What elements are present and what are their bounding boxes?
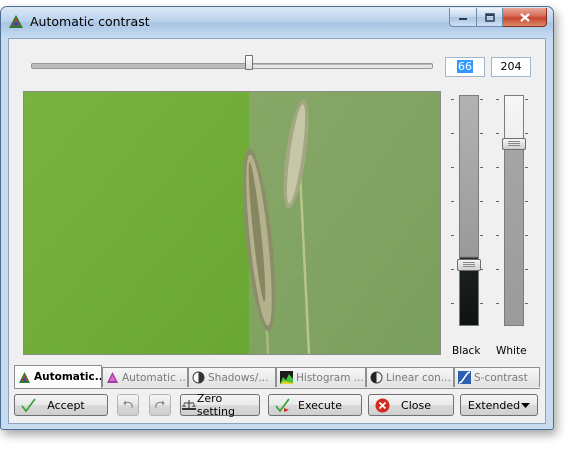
close-circle-icon bbox=[375, 398, 390, 413]
tab-strip: Automatic... Automatic ... Shadows/... H… bbox=[14, 365, 540, 388]
black-slider-ticks-right bbox=[480, 95, 483, 324]
tab-s-contrast[interactable]: S-contrast bbox=[454, 367, 540, 387]
white-slider-ticks bbox=[496, 95, 499, 324]
app-color-icon bbox=[9, 15, 23, 28]
s-curve-icon bbox=[458, 371, 471, 384]
black-slider-ticks bbox=[451, 95, 454, 324]
threshold-slider-thumb[interactable] bbox=[245, 55, 253, 70]
minimize-icon bbox=[459, 18, 467, 20]
zero-setting-button[interactable]: Zero setting bbox=[180, 392, 260, 418]
dialog-body: 66 204 Black White Automatic... Automati… bbox=[8, 38, 546, 424]
tab-automatic-color[interactable]: Automatic ... bbox=[102, 367, 188, 387]
tab-linear-contrast[interactable]: Linear con... bbox=[366, 367, 454, 387]
redo-button[interactable] bbox=[149, 394, 171, 416]
close-icon bbox=[519, 12, 530, 22]
check-icon bbox=[21, 398, 36, 413]
white-label: White bbox=[496, 345, 527, 357]
execute-check-icon bbox=[275, 398, 290, 413]
minimize-button[interactable] bbox=[449, 8, 477, 27]
image-preview bbox=[23, 91, 441, 355]
black-label: Black bbox=[452, 345, 481, 357]
shadows-icon bbox=[192, 371, 205, 384]
grass-preview-image bbox=[24, 92, 440, 354]
linear-contrast-icon bbox=[370, 371, 383, 384]
accept-button[interactable]: Accept bbox=[14, 394, 108, 416]
auto-color-icon bbox=[107, 372, 118, 383]
white-value-field[interactable]: 204 bbox=[491, 57, 531, 77]
tab-histogram[interactable]: Histogram ... bbox=[276, 367, 366, 387]
close-window-button[interactable] bbox=[503, 8, 547, 27]
undo-icon bbox=[123, 400, 133, 409]
white-point-slider[interactable] bbox=[502, 95, 526, 326]
chevron-down-icon bbox=[521, 403, 530, 408]
dialog-window: Automatic contrast 66 204 Black White Au… bbox=[0, 6, 554, 430]
scale-icon bbox=[182, 400, 196, 410]
tab-divider bbox=[14, 388, 540, 389]
maximize-button[interactable] bbox=[477, 8, 503, 27]
tab-automatic-contrast[interactable]: Automatic... bbox=[14, 365, 102, 388]
extended-dropdown[interactable]: Extended bbox=[460, 394, 538, 416]
undo-button[interactable] bbox=[117, 394, 139, 416]
black-value-field[interactable]: 66 bbox=[445, 57, 485, 77]
close-button[interactable]: Close bbox=[368, 394, 454, 416]
black-point-slider[interactable] bbox=[457, 95, 481, 326]
auto-contrast-icon bbox=[19, 371, 30, 383]
histogram-icon bbox=[280, 371, 293, 384]
redo-icon bbox=[155, 400, 165, 409]
title-bar[interactable]: Automatic contrast bbox=[1, 7, 553, 37]
black-point-thumb[interactable] bbox=[457, 259, 481, 271]
threshold-slider-track[interactable] bbox=[31, 63, 433, 69]
maximize-icon bbox=[484, 12, 495, 22]
threshold-slider-fill bbox=[32, 64, 247, 68]
window-title: Automatic contrast bbox=[30, 14, 150, 29]
white-slider-ticks-right bbox=[525, 95, 528, 324]
execute-button[interactable]: Execute bbox=[268, 394, 362, 416]
tab-shadows[interactable]: Shadows/... bbox=[188, 367, 276, 387]
white-point-thumb[interactable] bbox=[502, 138, 526, 150]
